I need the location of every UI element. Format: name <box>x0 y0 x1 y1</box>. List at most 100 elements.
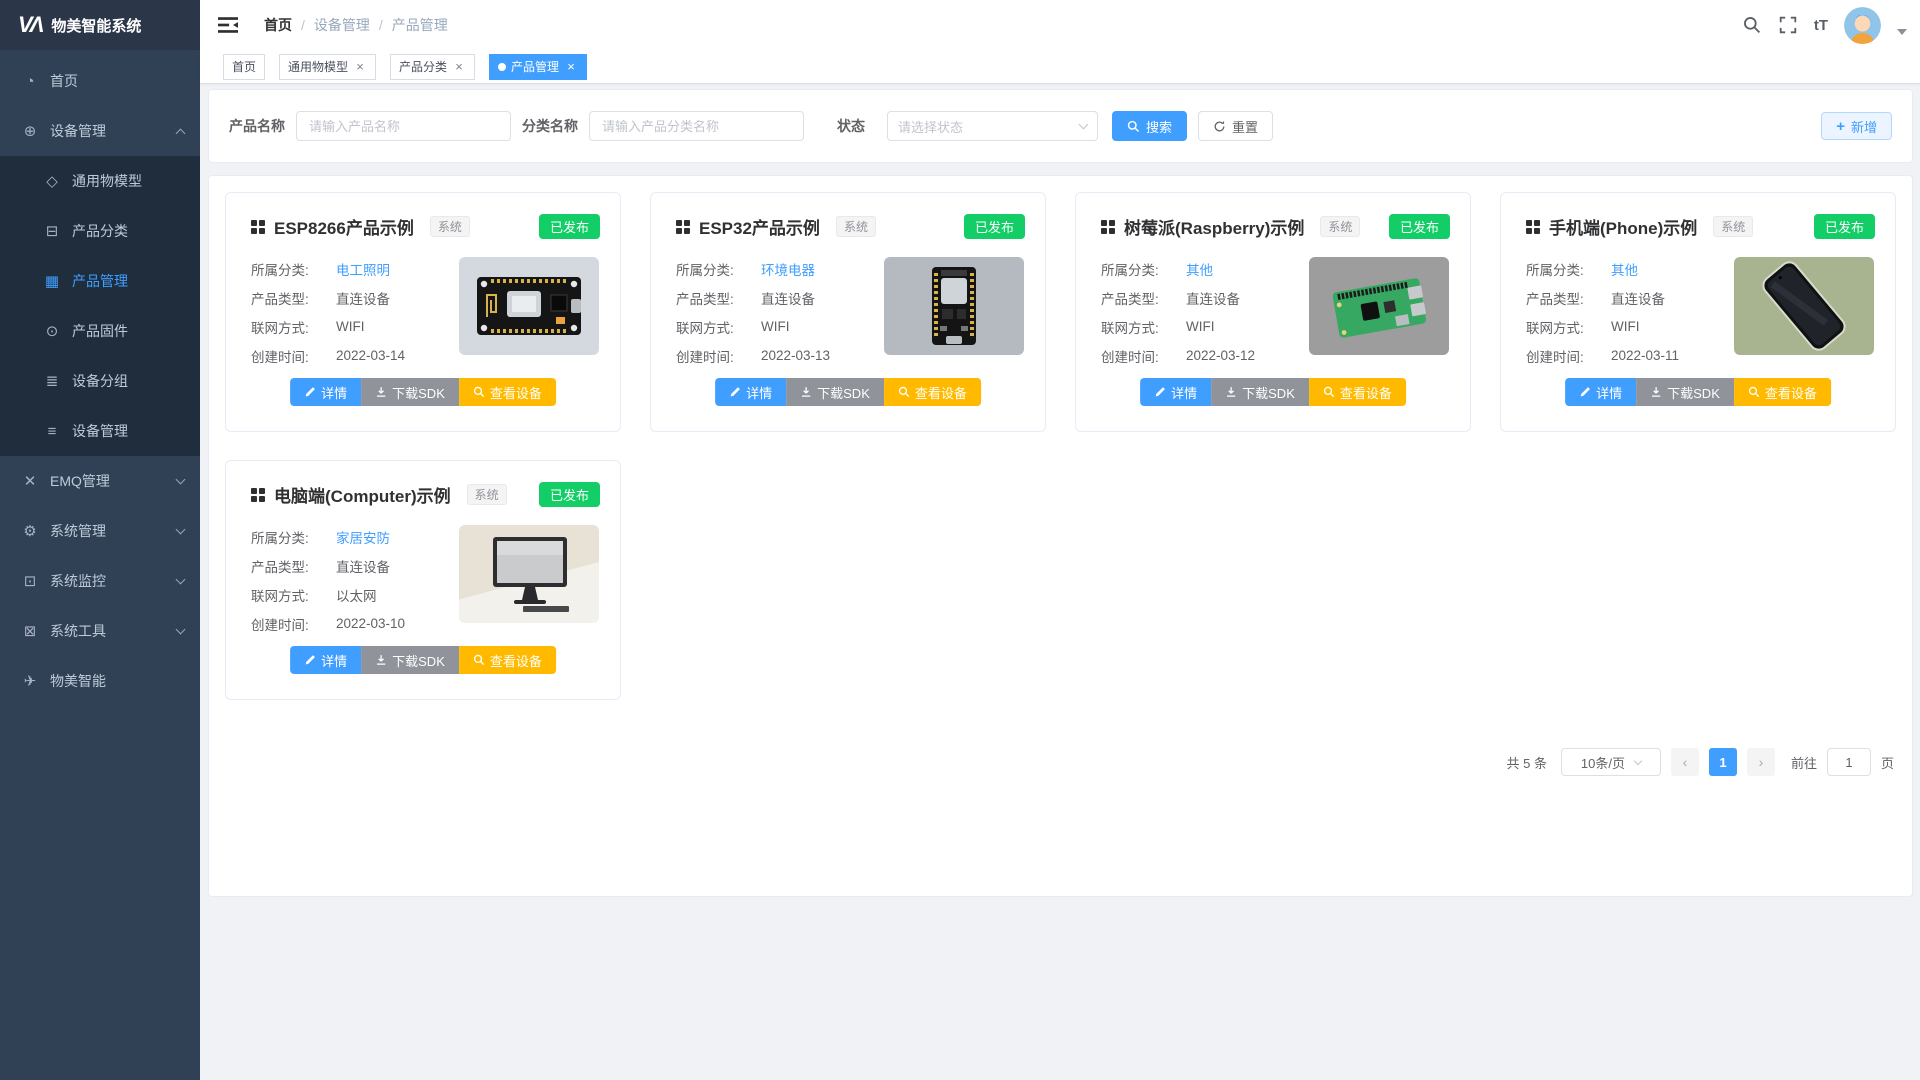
prev-page-button[interactable]: ‹ <box>1671 748 1699 776</box>
breadcrumb-item[interactable]: 设备管理 <box>314 15 370 35</box>
sidebar-item-device-management[interactable]: ⊕ 设备管理 <box>0 106 200 156</box>
category-link[interactable]: 其他 <box>1611 259 1638 279</box>
filter-panel: 产品名称 分类名称 状态 请选择状态 搜索 <box>208 89 1913 163</box>
category-link[interactable]: 电工照明 <box>336 259 390 279</box>
download-sdk-button[interactable]: 下载SDK <box>1636 378 1734 406</box>
category-link[interactable]: 家居安防 <box>336 527 390 547</box>
breadcrumb: 首页/设备管理/产品管理 <box>264 15 448 35</box>
sidebar-item-device-group[interactable]: ≣ 设备分组 <box>0 356 200 406</box>
tab-close-icon[interactable]: × <box>353 60 367 74</box>
tab-close-icon[interactable]: × <box>452 60 466 74</box>
status-badge: 已发布 <box>964 214 1025 239</box>
tags-view: 首页 通用物模型 × 产品分类 × 产品管理 × <box>200 50 1920 84</box>
sidebar-fold-icon[interactable] <box>218 16 238 34</box>
view-devices-button[interactable]: 查看设备 <box>884 378 981 406</box>
status-badge: 已发布 <box>1814 214 1875 239</box>
tab-close-icon[interactable]: × <box>564 60 578 74</box>
product-title: 树莓派(Raspberry)示例 <box>1124 214 1304 239</box>
download-icon <box>1650 386 1662 398</box>
download-sdk-button[interactable]: 下载SDK <box>1211 378 1309 406</box>
avatar[interactable] <box>1844 7 1881 44</box>
download-icon <box>375 654 387 666</box>
fullscreen-icon[interactable] <box>1778 15 1798 35</box>
emq-icon: ✕ <box>22 472 38 490</box>
product-title: ESP8266产品示例 <box>274 214 414 239</box>
edit-icon <box>1154 386 1166 398</box>
reset-button[interactable]: 重置 <box>1198 111 1273 141</box>
logo[interactable]: VΛ 物美智能系统 <box>0 0 200 50</box>
sidebar-item-brand[interactable]: ✈ 物美智能 <box>0 656 200 706</box>
product-name-input[interactable] <box>296 111 511 141</box>
product-title: 电脑端(Computer)示例 <box>274 482 451 507</box>
sidebar-item-system-monitor[interactable]: ⊡ 系统监控 <box>0 556 200 606</box>
detail-button[interactable]: 详情 <box>290 378 361 406</box>
view-devices-button[interactable]: 查看设备 <box>459 646 556 674</box>
status-select[interactable]: 请选择状态 <box>887 111 1098 141</box>
product-name-label: 产品名称 <box>229 116 285 136</box>
product-category-icon: ⊟ <box>44 222 60 240</box>
sidebar-item-thing-model[interactable]: ◇ 通用物模型 <box>0 156 200 206</box>
category-link[interactable]: 其他 <box>1186 259 1213 279</box>
refresh-icon <box>1213 120 1226 133</box>
sidebar-item-system-tools[interactable]: ⊠ 系统工具 <box>0 606 200 656</box>
view-devices-button[interactable]: 查看设备 <box>1309 378 1406 406</box>
search-icon[interactable] <box>1742 15 1762 35</box>
download-icon <box>800 386 812 398</box>
tab-产品管理[interactable]: 产品管理 × <box>489 54 587 80</box>
pagination: 共 5 条 10条/页 ‹ 1 › 前往 页 <box>225 748 1896 776</box>
dashboard-icon: ◔ <box>22 73 38 90</box>
goto-page-input[interactable] <box>1827 748 1871 776</box>
app-title: 物美智能系统 <box>51 15 141 36</box>
search-icon <box>1748 386 1760 398</box>
page-size-select[interactable]: 10条/页 <box>1561 748 1661 776</box>
sidebar-item-home[interactable]: ◔ 首页 <box>0 56 200 106</box>
system-settings-icon: ⚙ <box>22 522 38 540</box>
download-icon <box>1225 386 1237 398</box>
search-icon <box>473 654 485 666</box>
product-title: ESP32产品示例 <box>699 214 820 239</box>
edit-icon <box>304 386 316 398</box>
download-sdk-button[interactable]: 下载SDK <box>786 378 884 406</box>
status-badge: 已发布 <box>539 482 600 507</box>
search-button[interactable]: 搜索 <box>1112 111 1187 141</box>
chevron-icon <box>176 575 186 585</box>
breadcrumb-item[interactable]: 首页 <box>264 15 292 35</box>
download-sdk-button[interactable]: 下载SDK <box>361 646 459 674</box>
category-name-input[interactable] <box>589 111 804 141</box>
sidebar-item-emq-management[interactable]: ✕ EMQ管理 <box>0 456 200 506</box>
product-card: 手机端(Phone)示例 系统 已发布 所属分类: 其他 产品类型: 直连设备 … <box>1500 192 1896 432</box>
sidebar-item-product-category[interactable]: ⊟ 产品分类 <box>0 206 200 256</box>
sidebar-item-device-list[interactable]: ≡ 设备管理 <box>0 406 200 456</box>
tab-通用物模型[interactable]: 通用物模型 × <box>279 54 376 80</box>
caret-down-icon[interactable] <box>1897 29 1907 35</box>
system-tools-icon: ⊠ <box>22 622 38 640</box>
top-navbar: 首页/设备管理/产品管理 tT <box>200 0 1920 50</box>
sidebar-item-product-management[interactable]: ▦ 产品管理 <box>0 256 200 306</box>
font-size-icon[interactable]: tT <box>1814 17 1828 34</box>
product-list-panel: ESP8266产品示例 系统 已发布 所属分类: 电工照明 产品类型: 直连设备… <box>208 175 1913 897</box>
sidebar-item-product-firmware[interactable]: ⊙ 产品固件 <box>0 306 200 356</box>
detail-button[interactable]: 详情 <box>290 646 361 674</box>
chevron-down-icon <box>1079 120 1089 130</box>
detail-button[interactable]: 详情 <box>1565 378 1636 406</box>
add-button[interactable]: + 新增 <box>1821 112 1892 140</box>
product-firmware-icon: ⊙ <box>44 322 60 340</box>
detail-button[interactable]: 详情 <box>715 378 786 406</box>
page-unit-label: 页 <box>1881 753 1894 772</box>
chevron-icon <box>176 525 186 535</box>
device-group-icon: ≣ <box>44 372 60 390</box>
page-number-1[interactable]: 1 <box>1709 748 1737 776</box>
tab-产品分类[interactable]: 产品分类 × <box>390 54 475 80</box>
download-sdk-button[interactable]: 下载SDK <box>361 378 459 406</box>
sidebar-item-system-management[interactable]: ⚙ 系统管理 <box>0 506 200 556</box>
goto-label: 前往 <box>1791 753 1817 772</box>
view-devices-button[interactable]: 查看设备 <box>459 378 556 406</box>
category-link[interactable]: 环境电器 <box>761 259 815 279</box>
logo-icon: VΛ <box>18 12 41 38</box>
view-devices-button[interactable]: 查看设备 <box>1734 378 1831 406</box>
chevron-icon <box>176 625 186 635</box>
tab-首页[interactable]: 首页 <box>223 54 265 80</box>
next-page-button[interactable]: › <box>1747 748 1775 776</box>
detail-button[interactable]: 详情 <box>1140 378 1211 406</box>
sidebar: VΛ 物美智能系统 ◔ 首页 ⊕ 设备管理 ◇ 通用物模型 ⊟ 产品分类 ▦ 产… <box>0 0 200 1080</box>
